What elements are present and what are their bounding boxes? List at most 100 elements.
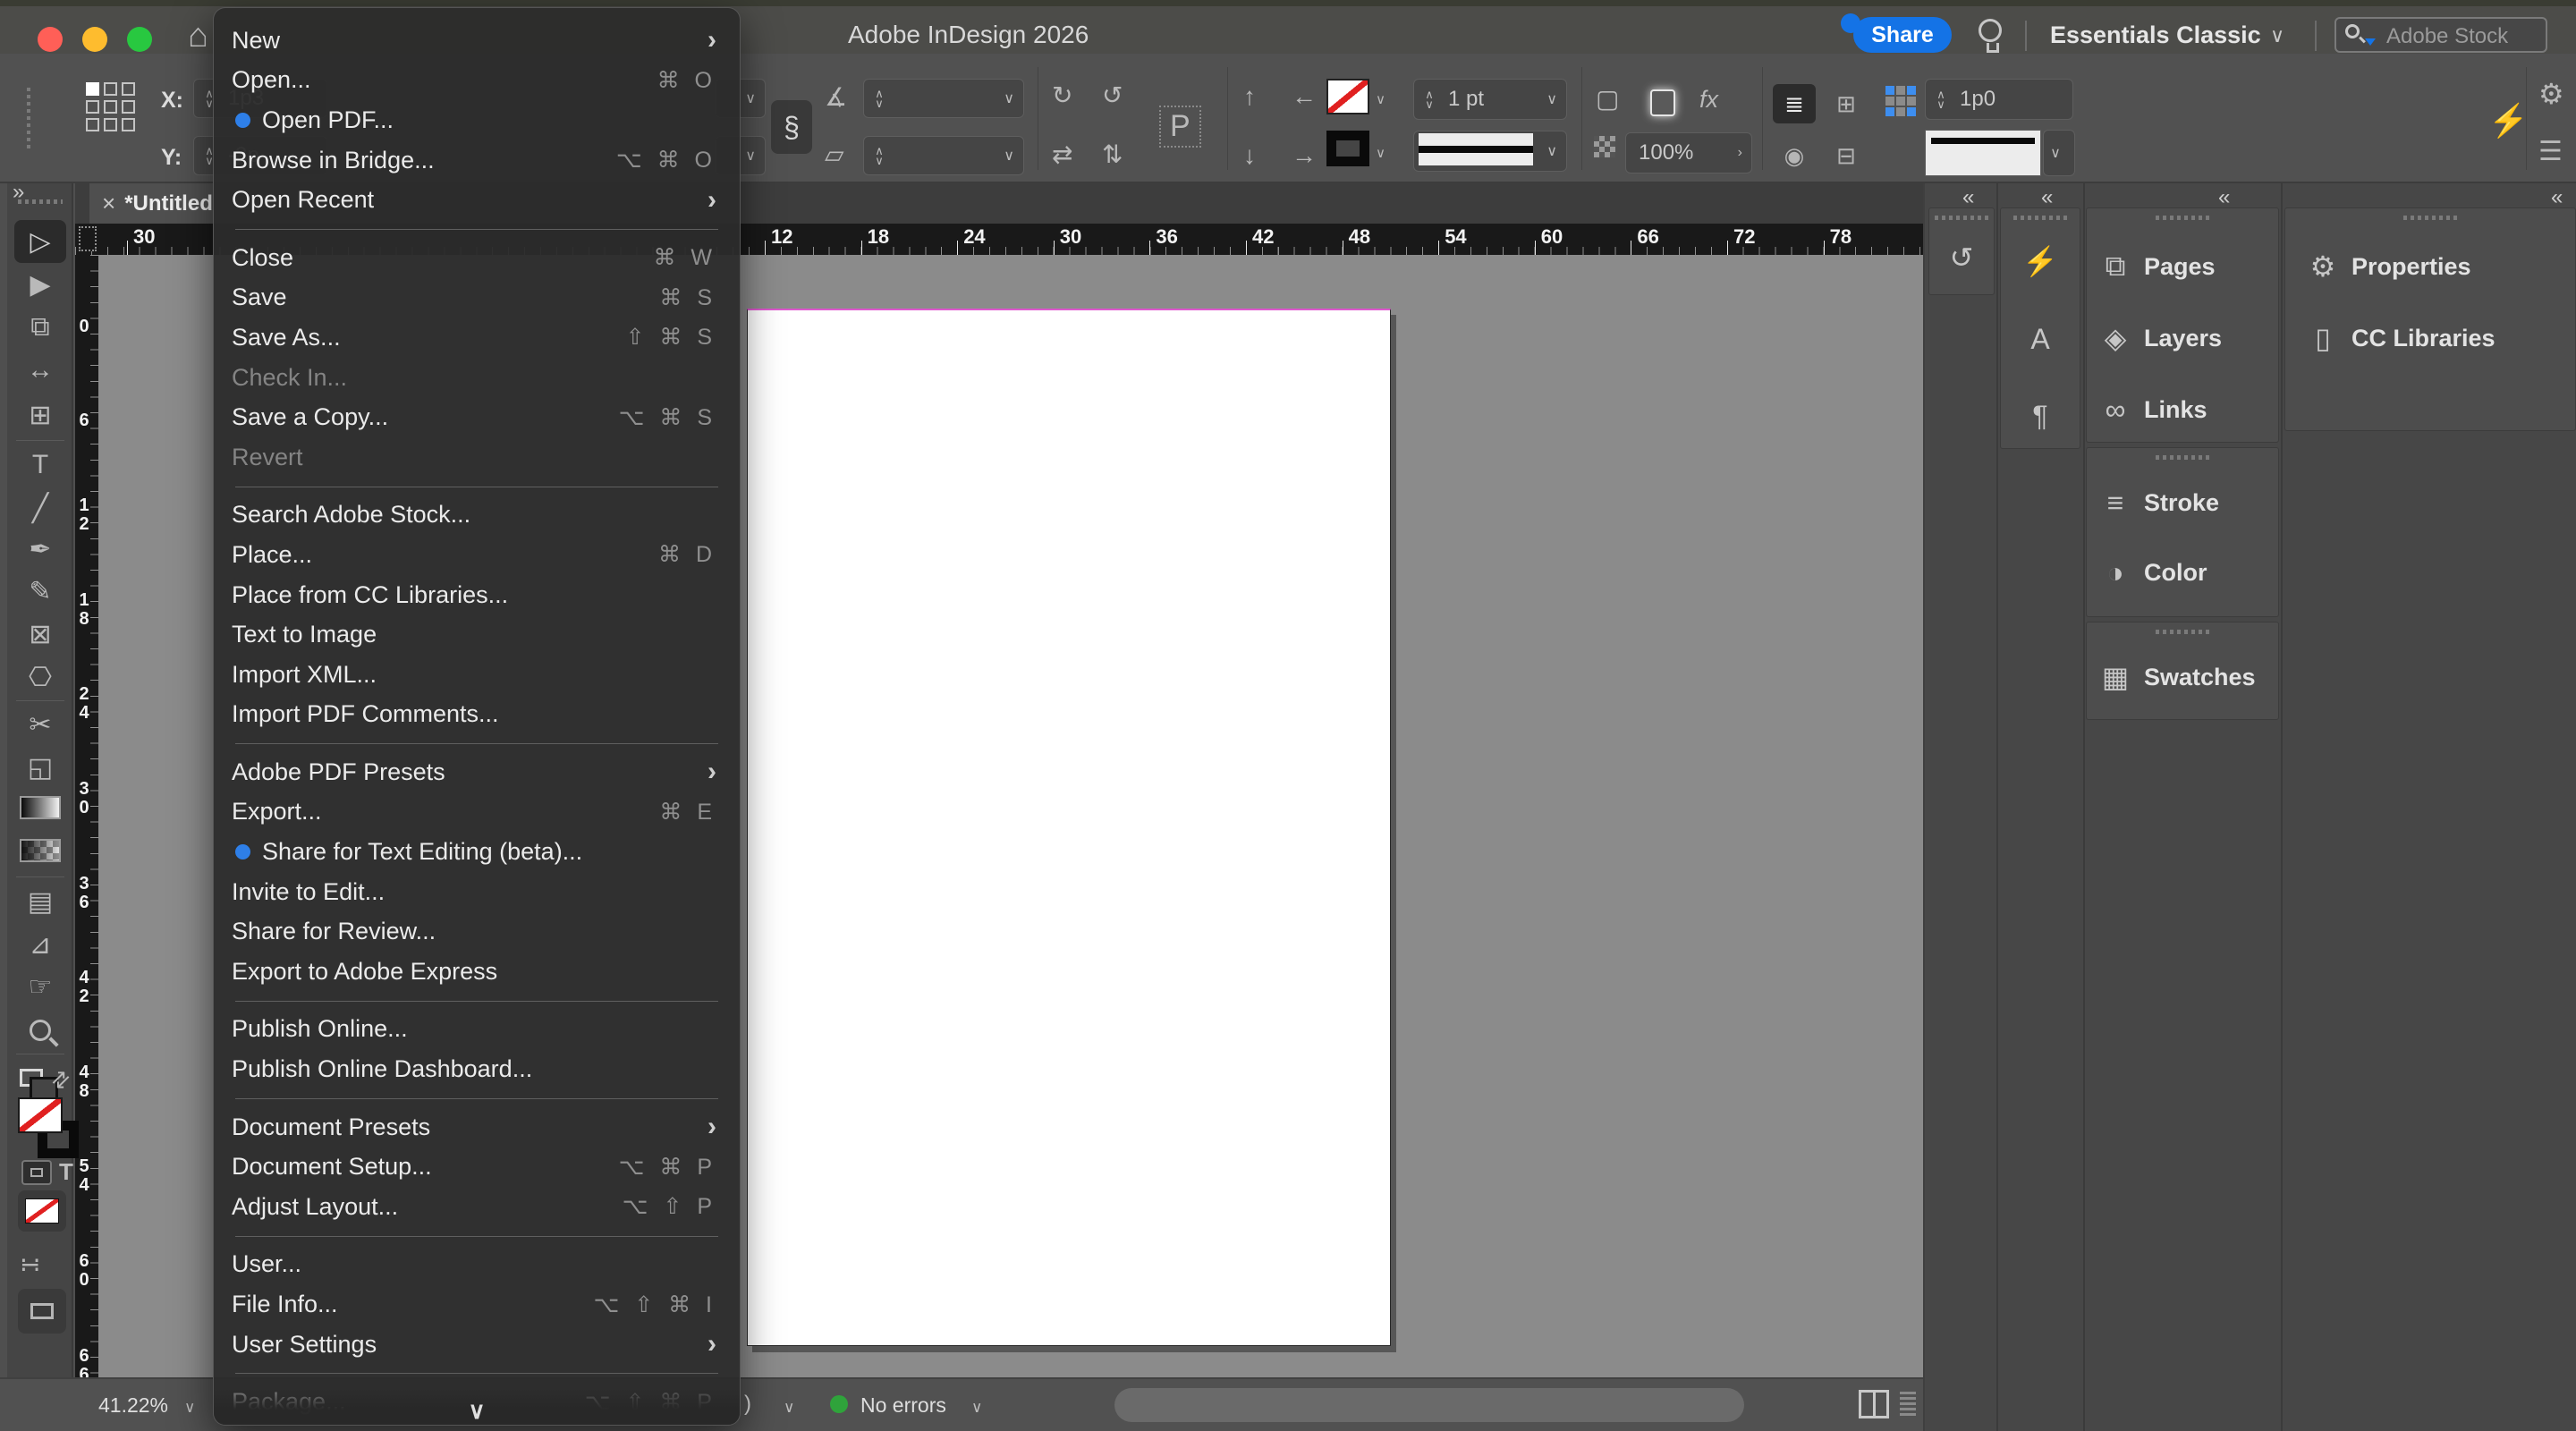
flip-vertical-icon[interactable]: ⇅: [1102, 140, 1123, 169]
panel-tab-properties[interactable]: ⚙ Properties: [2285, 231, 2575, 302]
free-transform-tool[interactable]: ◱: [7, 746, 73, 789]
panel-grip[interactable]: [18, 199, 63, 204]
chevron-down-icon[interactable]: ∨: [971, 1399, 982, 1417]
menu-item-export[interactable]: Export... ⌘ E: [214, 792, 740, 833]
select-parent-icon[interactable]: ↑: [1243, 82, 1256, 111]
menu-item-share-for-review[interactable]: Share for Review...: [214, 911, 740, 952]
vertical-ruler[interactable]: 0 6 1 2 1 8 2 4 3 0 3 6 4 2 4 8 5 4 6 0 6 6: [75, 255, 98, 1377]
select-previous-icon[interactable]: ←: [1292, 82, 1317, 111]
menu-item-search-adobe-stock[interactable]: Search Adobe Stock...: [214, 495, 740, 536]
panel-grip[interactable]: [2156, 216, 2209, 220]
document-tab[interactable]: × *Untitled: [89, 183, 213, 224]
chevron-down-icon[interactable]: ∨: [745, 147, 765, 165]
page-tool[interactable]: ⧉: [7, 306, 73, 349]
cc-export-icon[interactable]: ⚡: [2001, 244, 2080, 278]
stroke-type-preview[interactable]: [1925, 130, 2041, 176]
menu-item-save-a-copy[interactable]: Save a Copy... ⌥ ⌘ S: [214, 397, 740, 437]
panel-grip[interactable]: [2156, 630, 2209, 634]
gear-icon[interactable]: ⚙: [2538, 77, 2564, 111]
chevron-down-icon[interactable]: ∨: [2270, 24, 2284, 47]
share-button[interactable]: Share: [1853, 17, 1952, 53]
rotate-clockwise-icon[interactable]: ↻: [1052, 80, 1072, 110]
line-tool[interactable]: ╱: [7, 487, 73, 529]
stroke-type-dropdown[interactable]: ∨: [2043, 130, 2075, 176]
chevron-down-icon[interactable]: ∨: [1004, 89, 1023, 107]
panel-tab-color[interactable]: ◑ Color: [2087, 538, 2278, 607]
menu-item-close[interactable]: Close ⌘ W: [214, 238, 740, 278]
panel-menu-icon[interactable]: ☰: [2538, 136, 2563, 167]
rotate-counterclockwise-icon[interactable]: ↺: [1102, 80, 1123, 110]
preflight-status[interactable]: No errors: [860, 1393, 946, 1418]
select-next-icon[interactable]: →: [1292, 141, 1317, 170]
jump-object-button[interactable]: ⊟: [1825, 136, 1868, 175]
pen-tool[interactable]: ✒: [7, 528, 73, 571]
menu-item-user[interactable]: User...: [214, 1245, 740, 1285]
menu-scroll-more-icon[interactable]: ∨: [214, 1389, 740, 1425]
wrap-around-bounding-box-button[interactable]: ⊞: [1825, 84, 1868, 123]
resize-grip[interactable]: [1900, 1392, 1916, 1417]
lightbulb-icon[interactable]: [1979, 19, 2002, 53]
version-history-icon[interactable]: ↺: [1929, 241, 1994, 275]
window-zoom-icon[interactable]: [127, 27, 152, 52]
menu-item-save-as[interactable]: Save As... ⇧ ⌘ S: [214, 318, 740, 358]
collapse-panels-icon[interactable]: «: [2041, 185, 2053, 210]
panel-grip[interactable]: [1935, 216, 1988, 220]
content-collector-tool[interactable]: ⊞: [7, 394, 73, 436]
direct-selection-tool[interactable]: ▶: [7, 263, 73, 306]
hand-tool[interactable]: ☞: [7, 965, 73, 1008]
window-minimize-icon[interactable]: [82, 27, 107, 52]
menu-item-text-to-image[interactable]: Text to Image: [214, 614, 740, 655]
select-container-icon[interactable]: P: [1159, 106, 1201, 148]
gradient-feather-tool[interactable]: [7, 829, 73, 872]
chevron-right-icon[interactable]: ›: [1738, 145, 1751, 161]
quick-actions-lightning-icon[interactable]: ⚡: [2488, 102, 2529, 140]
panel-tab-layers[interactable]: ◈ Layers: [2087, 302, 2278, 374]
menu-item-open-pdf[interactable]: Open PDF...: [214, 100, 740, 140]
screen-mode-button[interactable]: [18, 1289, 66, 1334]
panel-tab-stroke[interactable]: ≡ Stroke: [2087, 468, 2278, 538]
zoom-tool[interactable]: [7, 1009, 73, 1052]
type-tool[interactable]: T: [7, 444, 73, 487]
menu-item-open[interactable]: Open... ⌘ O: [214, 61, 740, 101]
no-text-wrap-button[interactable]: ≣: [1773, 84, 1816, 123]
paragraph-styles-icon[interactable]: ¶: [2001, 400, 2080, 433]
wrap-offset-proxy[interactable]: [1885, 86, 1916, 116]
panel-tab-cc-libraries[interactable]: ▯ CC Libraries: [2285, 302, 2575, 374]
menu-item-publish-online[interactable]: Publish Online...: [214, 1010, 740, 1050]
chevron-down-icon[interactable]: ∨: [784, 1399, 794, 1417]
selection-tool[interactable]: ▷: [14, 220, 66, 263]
fill-swatch-none[interactable]: [1326, 79, 1369, 114]
document-page[interactable]: [747, 309, 1391, 1346]
menu-item-invite-to-edit[interactable]: Invite to Edit...: [214, 872, 740, 912]
adobe-stock-search-input[interactable]: Adobe Stock: [2334, 17, 2547, 53]
effects-icon[interactable]: [1650, 89, 1675, 116]
wrap-offset-field[interactable]: ∧ ∨ 1p0: [1925, 79, 2073, 120]
fill-indicator-none[interactable]: [18, 1097, 63, 1133]
ruler-origin-marker[interactable]: [79, 226, 97, 251]
menu-item-document-setup[interactable]: Document Setup... ⌥ ⌘ P: [214, 1147, 740, 1187]
menu-item-place[interactable]: Place... ⌘ D: [214, 535, 740, 575]
stroke-swatch-black[interactable]: [1326, 131, 1369, 166]
spread-view-icon[interactable]: [1859, 1390, 1889, 1418]
eyedropper-tool[interactable]: ⊿: [7, 923, 73, 966]
chevron-down-icon[interactable]: ∨: [745, 89, 765, 107]
wrap-offset-value[interactable]: 1p0: [1956, 87, 1996, 112]
panel-grip[interactable]: [2013, 216, 2067, 220]
menu-item-save[interactable]: Save ⌘ S: [214, 278, 740, 318]
collapse-panels-icon[interactable]: «: [2218, 185, 2230, 210]
stepper-icon[interactable]: ∧ ∨: [1414, 89, 1445, 110]
menu-item-file-info[interactable]: File Info... ⌥ ⇧ ⌘ I: [214, 1284, 740, 1325]
stroke-weight-value[interactable]: 1 pt: [1445, 87, 1484, 112]
panel-tab-pages[interactable]: ⧉ Pages: [2087, 231, 2278, 302]
stroke-weight-field[interactable]: ∧ ∨ 1 pt ∨: [1413, 79, 1567, 120]
gap-tool[interactable]: ↔: [7, 349, 73, 392]
menu-item-import-xml[interactable]: Import XML...: [214, 655, 740, 695]
menu-item-place-from-cc-libraries[interactable]: Place from CC Libraries...: [214, 575, 740, 615]
stepper-icon[interactable]: ∧ ∨: [864, 145, 894, 166]
panel-tab-links[interactable]: ∞ Links: [2087, 374, 2278, 445]
search-scope-dropdown-icon[interactable]: [2365, 38, 2376, 46]
flip-horizontal-icon[interactable]: ⇄: [1052, 140, 1072, 169]
dashed-frame-icon[interactable]: ∺: [20, 1249, 42, 1279]
opacity-field[interactable]: 100% ›: [1625, 132, 1752, 174]
select-child-icon[interactable]: ↓: [1243, 141, 1256, 170]
